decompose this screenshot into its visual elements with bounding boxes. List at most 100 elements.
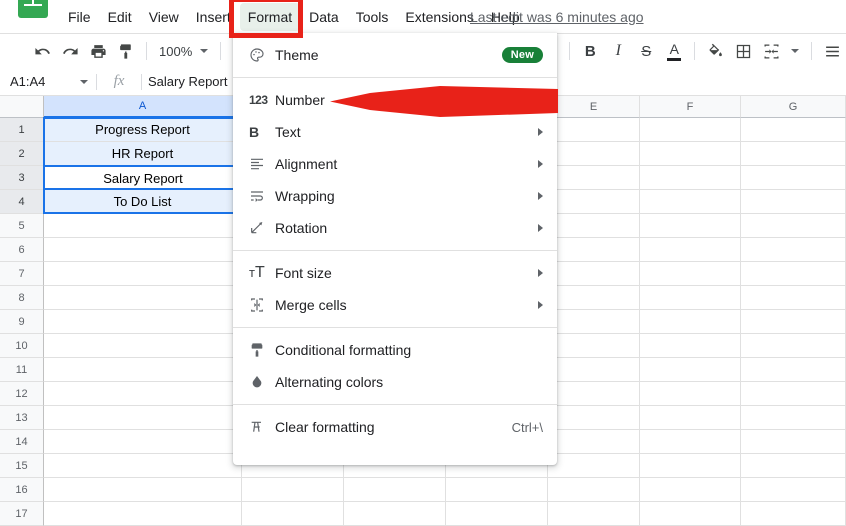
- bold-button[interactable]: B: [576, 38, 604, 64]
- paint-format-icon[interactable]: [112, 38, 140, 64]
- name-box[interactable]: A1:A4: [0, 68, 96, 96]
- cell-A9[interactable]: [44, 310, 242, 334]
- cell-C16[interactable]: [344, 478, 446, 502]
- cell-G5[interactable]: [741, 214, 846, 238]
- cell-G13[interactable]: [741, 406, 846, 430]
- borders-icon[interactable]: [729, 38, 757, 64]
- row-header-2[interactable]: 2: [0, 142, 44, 166]
- strikethrough-button[interactable]: S: [632, 38, 660, 64]
- cell-G9[interactable]: [741, 310, 846, 334]
- cell-D16[interactable]: [446, 478, 548, 502]
- last-edit-status[interactable]: Last edit was 6 minutes ago: [470, 0, 644, 33]
- select-all-corner[interactable]: [0, 96, 44, 118]
- merge-cells-icon[interactable]: [757, 38, 785, 64]
- cell-A4[interactable]: To Do List: [44, 190, 242, 214]
- column-header-E[interactable]: E: [548, 96, 640, 118]
- format-menu-item-alternating-colors[interactable]: Alternating colors: [233, 366, 557, 398]
- cell-A14[interactable]: [44, 430, 242, 454]
- cell-G11[interactable]: [741, 358, 846, 382]
- cell-G3[interactable]: [741, 166, 846, 190]
- row-header-11[interactable]: 11: [0, 358, 44, 382]
- format-menu-item-wrapping[interactable]: Wrapping: [233, 180, 557, 212]
- cell-G4[interactable]: [741, 190, 846, 214]
- cell-E4[interactable]: [548, 190, 640, 214]
- row-header-13[interactable]: 13: [0, 406, 44, 430]
- cell-E2[interactable]: [548, 142, 640, 166]
- cell-E3[interactable]: [548, 166, 640, 190]
- menu-item-view[interactable]: View: [141, 3, 187, 31]
- cell-C17[interactable]: [344, 502, 446, 526]
- cell-E5[interactable]: [548, 214, 640, 238]
- format-menu-item-rotation[interactable]: Rotation: [233, 212, 557, 244]
- cell-F1[interactable]: [640, 118, 741, 142]
- cell-G8[interactable]: [741, 286, 846, 310]
- menu-item-format[interactable]: Format: [239, 2, 301, 31]
- column-header-A[interactable]: A: [44, 96, 242, 118]
- format-menu-item-alignment[interactable]: Alignment: [233, 148, 557, 180]
- row-header-14[interactable]: 14: [0, 430, 44, 454]
- cell-G6[interactable]: [741, 238, 846, 262]
- name-box-chevron-down-icon[interactable]: [80, 79, 88, 84]
- row-header-5[interactable]: 5: [0, 214, 44, 238]
- menu-item-file[interactable]: File: [60, 3, 99, 31]
- cell-F15[interactable]: [640, 454, 741, 478]
- format-menu-item-conditional-formatting[interactable]: Conditional formatting: [233, 334, 557, 366]
- cell-G14[interactable]: [741, 430, 846, 454]
- menu-item-edit[interactable]: Edit: [100, 3, 140, 31]
- cell-E7[interactable]: [548, 262, 640, 286]
- cell-A5[interactable]: [44, 214, 242, 238]
- cell-E9[interactable]: [548, 310, 640, 334]
- fill-color-icon[interactable]: [701, 38, 729, 64]
- cell-A1[interactable]: Progress Report: [44, 118, 242, 142]
- cell-F12[interactable]: [640, 382, 741, 406]
- merge-caret-icon[interactable]: [791, 49, 800, 53]
- horizontal-align-icon[interactable]: [818, 38, 846, 64]
- undo-icon[interactable]: [28, 38, 56, 64]
- format-menu-item-theme[interactable]: Theme New: [233, 39, 557, 71]
- cell-E1[interactable]: [548, 118, 640, 142]
- redo-icon[interactable]: [56, 38, 84, 64]
- cell-B17[interactable]: [242, 502, 344, 526]
- cell-A16[interactable]: [44, 478, 242, 502]
- cell-G1[interactable]: [741, 118, 846, 142]
- cell-E15[interactable]: [548, 454, 640, 478]
- column-header-G[interactable]: G: [741, 96, 846, 118]
- cell-E6[interactable]: [548, 238, 640, 262]
- row-header-15[interactable]: 15: [0, 454, 44, 478]
- cell-E8[interactable]: [548, 286, 640, 310]
- cell-F11[interactable]: [640, 358, 741, 382]
- cell-B16[interactable]: [242, 478, 344, 502]
- menu-item-data[interactable]: Data: [301, 3, 347, 31]
- cell-E11[interactable]: [548, 358, 640, 382]
- format-menu-item-text[interactable]: B Text: [233, 116, 557, 148]
- row-header-1[interactable]: 1: [0, 118, 44, 142]
- cell-G16[interactable]: [741, 478, 846, 502]
- cell-F8[interactable]: [640, 286, 741, 310]
- format-menu-item-font-size[interactable]: тT Font size: [233, 257, 557, 289]
- cell-F6[interactable]: [640, 238, 741, 262]
- cell-E12[interactable]: [548, 382, 640, 406]
- print-icon[interactable]: [84, 38, 112, 64]
- cell-E16[interactable]: [548, 478, 640, 502]
- cell-G15[interactable]: [741, 454, 846, 478]
- cell-F13[interactable]: [640, 406, 741, 430]
- row-header-10[interactable]: 10: [0, 334, 44, 358]
- cell-F4[interactable]: [640, 190, 741, 214]
- column-header-F[interactable]: F: [640, 96, 741, 118]
- row-header-12[interactable]: 12: [0, 382, 44, 406]
- format-menu-item-clear-formatting[interactable]: Clear formatting Ctrl+\: [233, 411, 557, 443]
- row-header-6[interactable]: 6: [0, 238, 44, 262]
- cell-F10[interactable]: [640, 334, 741, 358]
- row-header-4[interactable]: 4: [0, 190, 44, 214]
- cell-A8[interactable]: [44, 286, 242, 310]
- formula-input[interactable]: Salary Report: [142, 74, 227, 89]
- cell-F16[interactable]: [640, 478, 741, 502]
- cell-A7[interactable]: [44, 262, 242, 286]
- menu-item-tools[interactable]: Tools: [348, 3, 397, 31]
- cell-F3[interactable]: [640, 166, 741, 190]
- menu-item-insert[interactable]: Insert: [188, 3, 239, 31]
- cell-G12[interactable]: [741, 382, 846, 406]
- cell-F7[interactable]: [640, 262, 741, 286]
- cell-A12[interactable]: [44, 382, 242, 406]
- cell-G7[interactable]: [741, 262, 846, 286]
